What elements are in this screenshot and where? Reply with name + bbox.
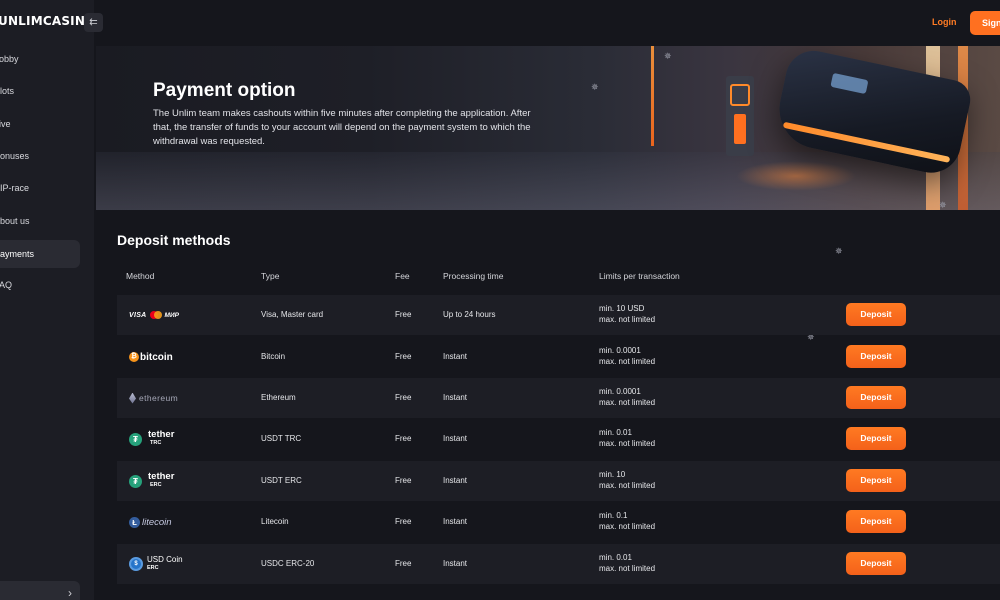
sidebar-item-label: Slots [0,86,15,96]
method-fee: Free [395,559,412,568]
method-processing-time: Instant [443,434,468,443]
sparkle-icon: ✵ [664,51,672,61]
method-limits: min. 0.0001 max. not limited [599,387,656,407]
table-row: $ USD Coin ERC USDC ERC-20 Free Instant m… [117,544,1000,584]
deposit-button[interactable]: Deposit [846,427,906,450]
deposit-button[interactable]: Deposit [846,510,906,533]
sparkle-icon: ✵ [939,200,947,210]
usd-coin-logo: $ USD Coin ERC [129,554,183,574]
deposit-button[interactable]: Deposit [846,469,906,492]
method-limits: min. 10 USD max. not limited [599,304,656,324]
sidebar-item-label: FAQ [0,280,13,290]
deposit-button[interactable]: Deposit [846,303,906,326]
method-processing-time: Instant [443,476,468,485]
method-type: USDT TRC [261,434,302,443]
mastercard-icon [149,311,162,319]
tether-icon: ₮ [129,432,142,446]
sidebar-expand-item[interactable]: › [0,581,80,600]
deposit-button[interactable]: Deposit [846,552,906,575]
method-processing-time: Up to 24 hours [443,310,496,319]
sidebar-collapse-button[interactable]: ⇇ [84,13,103,32]
method-processing-time: Instant [443,559,468,568]
method-limits: min. 0.0001 max. not limited [599,346,656,366]
litecoin-logo: Łlitecoin [129,512,172,532]
column-header-fee: Fee [395,271,410,281]
chevron-right-icon: › [68,586,72,600]
banner-machine-illustration [726,76,754,156]
signup-button[interactable]: Sign up [970,11,1000,35]
usd-coin-icon: $ [129,557,143,571]
table-row: ₿ bitcoin Bitcoin Free Instant min. 0.000… [117,337,1000,377]
column-header-type: Type [261,271,280,281]
method-fee: Free [395,393,412,402]
table-row: ₮ tether TRC USDT TRC Free Instant min. 0… [117,419,1000,459]
tether-logo: ₮ tether ERC [129,471,174,491]
sidebar-item-live[interactable]: Live [0,110,80,138]
sidebar-item-faq[interactable]: FAQ [0,271,80,299]
deposit-button[interactable]: Deposit [846,386,906,409]
sidebar-item-label: Bonuses [0,151,30,161]
sidebar-item-payments[interactable]: Payments [0,240,80,268]
table-row: ₮ tether ERC USDT ERC Free Instant min. 1… [117,461,1000,501]
ethereum-icon [129,392,136,404]
method-limits: min. 10 max. not limited [599,470,656,490]
deposit-button[interactable]: Deposit [846,345,906,368]
table-row: Łlitecoin Litecoin Free Instant min. 0.1… [117,502,1000,542]
method-type: Litecoin [261,517,289,526]
table-row: VISA МИР Visa, Master card Free Up to 24 … [117,295,1000,335]
tether-icon: ₮ [129,474,142,488]
method-type: USDT ERC [261,476,302,485]
method-limits: min. 0.01 max. not limited [599,553,656,573]
column-header-method: Method [126,271,155,281]
sidebar-item-vip-race[interactable]: VIP-race [0,174,80,202]
method-processing-time: Instant [443,352,468,361]
sparkle-icon: ✵ [835,246,843,256]
method-processing-time: Instant [443,517,468,526]
sidebar-item-slots[interactable]: Slots [0,77,80,105]
sidebar-item-bonuses[interactable]: Bonuses [0,142,80,170]
method-limits: min. 0.01 max. not limited [599,428,656,448]
sidebar-item-label: VIP-race [0,183,30,193]
method-type: Bitcoin [261,352,286,361]
method-type: Visa, Master card [261,310,324,319]
method-processing-time: Instant [443,393,468,402]
banner-light-pillar [651,46,654,146]
page-description: The Unlim team makes cashouts within fiv… [153,108,531,147]
sidebar-item-label: Lobby [0,54,19,64]
bitcoin-icon: ₿ [129,352,139,362]
column-header-processing-time: Processing time [443,271,504,281]
sidebar: UNLIMCASINO Lobby Slots Live Bonuses VIP… [0,0,94,600]
tether-logo: ₮ tether TRC [129,429,174,449]
sidebar-item-label: Live [0,119,11,129]
sidebar-item-lobby[interactable]: Lobby [0,45,80,73]
sidebar-item-about-us[interactable]: About us [0,207,80,235]
table-row: ethereum Ethereum Free Instant min. 0.00… [117,378,1000,418]
hero-banner: Payment option The Unlim team makes cash… [96,46,1000,210]
bitcoin-logo: ₿ bitcoin [129,347,173,367]
method-type: USDC ERC-20 [261,559,315,568]
method-type: Ethereum [261,393,296,402]
litecoin-icon: Ł [129,516,140,528]
banner-glow [736,161,856,191]
method-fee: Free [395,352,412,361]
sidebar-item-label: About us [0,216,30,226]
page-title: Payment option [153,80,296,101]
method-limits: min. 0.1 max. not limited [599,511,656,531]
method-fee: Free [395,310,412,319]
collapse-arrow-icon: ⇇ [89,17,98,28]
column-header-limits: Limits per transaction [599,271,680,281]
sidebar-item-label: Payments [0,249,35,259]
brand-logo[interactable]: UNLIMCASINO [0,14,94,28]
method-fee: Free [395,476,412,485]
method-fee: Free [395,517,412,526]
login-link[interactable]: Login [932,17,957,27]
method-fee: Free [395,434,412,443]
sparkle-icon: ✵ [591,82,599,92]
visa-mastercard-mir-logo: VISA МИР [129,311,179,319]
ethereum-logo: ethereum [129,388,178,408]
deposit-methods-title: Deposit methods [117,232,231,248]
banner-floor [96,152,1000,210]
